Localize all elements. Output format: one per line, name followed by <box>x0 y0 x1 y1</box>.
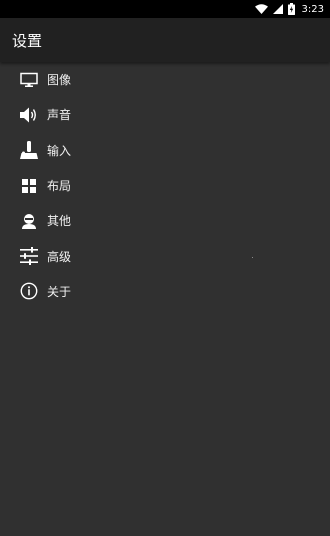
menu-item-advanced[interactable]: 高级 <box>0 238 330 273</box>
menu-item-label: 输入 <box>47 143 72 158</box>
sliders-icon <box>19 246 39 266</box>
grid-icon <box>19 176 39 196</box>
app-bar: 设置 <box>0 18 330 62</box>
settings-menu: 图像 声音 输入 布局 其他 高级 关于 <box>0 62 330 309</box>
menu-item-label: 关于 <box>47 284 72 299</box>
background-dot <box>252 257 253 258</box>
monitor-icon <box>19 70 39 90</box>
menu-item-input[interactable]: 输入 <box>0 133 330 168</box>
menu-item-label: 声音 <box>47 108 72 123</box>
joystick-icon <box>19 140 39 160</box>
menu-item-about[interactable]: 关于 <box>0 274 330 309</box>
page-title: 设置 <box>12 31 43 50</box>
speaker-icon <box>19 105 39 125</box>
menu-item-label: 其他 <box>47 214 72 229</box>
info-icon <box>19 281 39 301</box>
menu-item-label: 图像 <box>47 73 72 88</box>
person-icon <box>19 211 39 231</box>
menu-item-label: 高级 <box>47 249 72 264</box>
menu-item-sound[interactable]: 声音 <box>0 97 330 132</box>
menu-item-image[interactable]: 图像 <box>0 62 330 97</box>
menu-item-layout[interactable]: 布局 <box>0 168 330 203</box>
status-time: 3:23 <box>301 3 324 15</box>
menu-item-label: 布局 <box>47 179 72 194</box>
status-bar: 3:23 <box>0 0 330 18</box>
battery-charging-icon <box>287 3 295 15</box>
wifi-icon <box>254 4 268 14</box>
cellular-icon <box>272 4 283 14</box>
menu-item-other[interactable]: 其他 <box>0 203 330 238</box>
